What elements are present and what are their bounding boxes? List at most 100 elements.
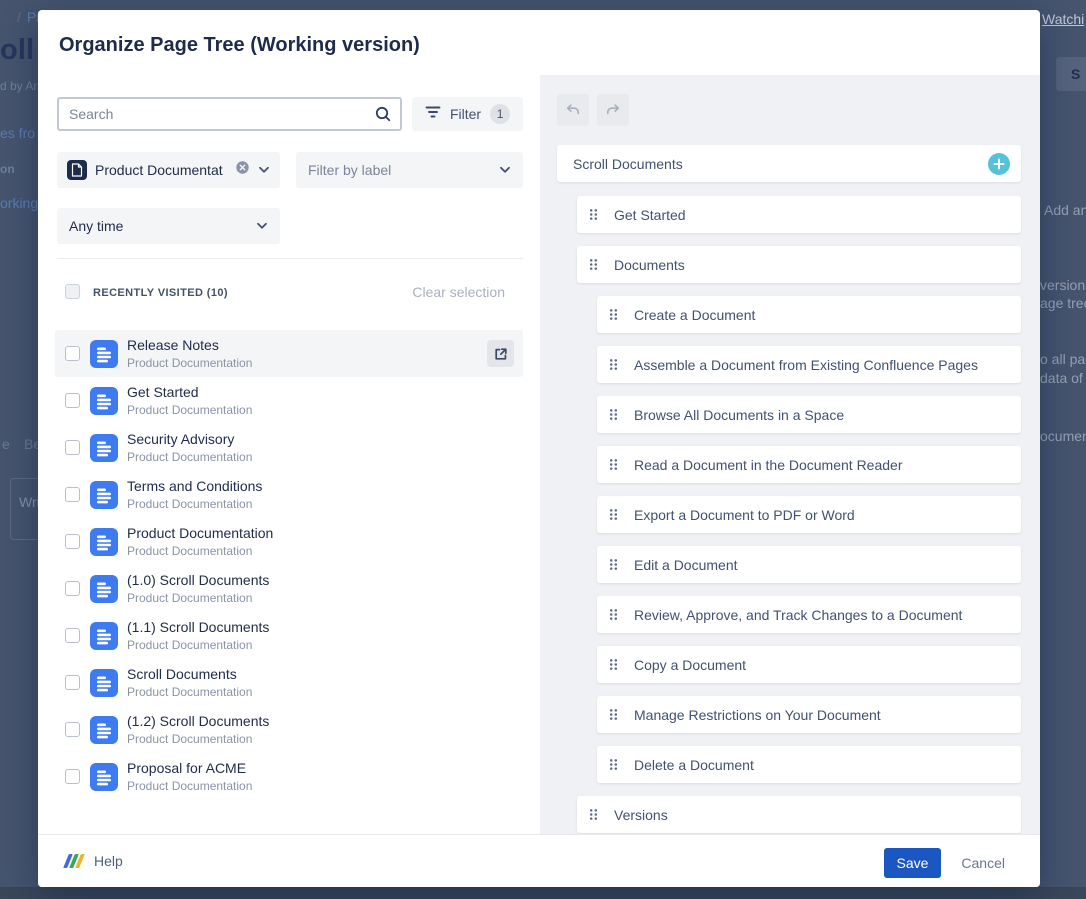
item-checkbox[interactable] [65, 393, 80, 408]
list-item[interactable]: Release NotesProduct Documentation [55, 330, 523, 377]
space-filter-value: Product Documentat [95, 162, 227, 178]
cancel-button[interactable]: Cancel [961, 848, 1005, 878]
page-search-panel[interactable]: Filter 1 Product Documentat Filter by la… [38, 75, 540, 835]
search-input[interactable] [59, 99, 400, 129]
list-item[interactable]: Product DocumentationProduct Documentati… [55, 518, 523, 565]
page-icon [90, 575, 118, 603]
page-icon [90, 763, 118, 791]
item-checkbox[interactable] [65, 487, 80, 502]
select-all-checkbox[interactable] [65, 284, 80, 299]
tree-node-label: Versions [614, 807, 668, 823]
item-checkbox[interactable] [65, 534, 80, 549]
list-item[interactable]: Get Started Product Documentation [55, 377, 523, 424]
item-text: (1.0) Scroll DocumentsProduct Documentat… [127, 571, 514, 606]
help-label: Help [94, 853, 123, 869]
drag-handle-icon[interactable] [589, 808, 598, 821]
space-icon [67, 160, 87, 180]
item-title: Proposal for ACME [127, 759, 514, 777]
drag-handle-icon[interactable] [609, 308, 618, 321]
chevron-down-icon [499, 161, 511, 179]
tree-node[interactable]: Browse All Documents in a Space [597, 396, 1021, 433]
list-item[interactable]: Terms and Conditions Product Documentatio… [55, 471, 523, 518]
time-filter-value: Any time [69, 218, 248, 234]
tree-node[interactable]: Edit a Document [597, 546, 1021, 583]
space-filter-select[interactable]: Product Documentat [57, 152, 280, 188]
chevron-down-icon [256, 217, 268, 235]
item-title: Get Started [127, 383, 514, 401]
drag-handle-icon[interactable] [609, 558, 618, 571]
text-fragment: o all pag [1040, 351, 1086, 367]
item-title: Scroll Documents [127, 665, 514, 683]
item-checkbox[interactable] [65, 675, 80, 690]
drag-handle-icon[interactable] [609, 608, 618, 621]
time-filter-select[interactable]: Any time [57, 208, 280, 244]
item-text: (1.1) Scroll DocumentsProduct Documentat… [127, 618, 514, 653]
tree-node[interactable]: Documents [577, 246, 1021, 283]
drag-handle-icon[interactable] [609, 758, 618, 771]
tree-node[interactable]: Assemble a Document from Existing Conflu… [597, 346, 1021, 383]
item-checkbox[interactable] [65, 581, 80, 596]
filter-button[interactable]: Filter 1 [412, 97, 523, 131]
page-tree-panel[interactable]: Scroll Documents Get StartedDocumentsCre… [540, 75, 1040, 835]
item-checkbox[interactable] [65, 440, 80, 455]
tree-node[interactable]: Copy a Document [597, 646, 1021, 683]
drag-handle-icon[interactable] [589, 258, 598, 271]
item-subtitle: Product Documentation [127, 497, 514, 512]
drag-handle-icon[interactable] [609, 658, 618, 671]
drag-handle-icon[interactable] [609, 358, 618, 371]
tree-node-label: Manage Restrictions on Your Document [634, 707, 881, 723]
drag-handle-icon[interactable] [609, 508, 618, 521]
list-item[interactable]: Scroll DocumentsProduct Documentation [55, 659, 523, 706]
item-text: Release NotesProduct Documentation [127, 336, 487, 371]
item-subtitle: Product Documentation [127, 356, 487, 371]
item-title: Terms and Conditions [127, 477, 514, 495]
label-filter-placeholder: Filter by label [308, 162, 491, 178]
item-subtitle: Product Documentation [127, 544, 514, 559]
item-text: Get Started Product Documentation [127, 383, 514, 418]
item-checkbox[interactable] [65, 722, 80, 737]
item-subtitle: Product Documentation [127, 779, 514, 794]
list-item[interactable]: (1.1) Scroll DocumentsProduct Documentat… [55, 612, 523, 659]
clear-space-filter-icon[interactable] [235, 160, 250, 180]
item-text: Scroll DocumentsProduct Documentation [127, 665, 514, 700]
tree-node[interactable]: Versions [577, 796, 1021, 833]
open-page-button[interactable] [487, 340, 514, 367]
tree-node[interactable]: Export a Document to PDF or Word [597, 496, 1021, 533]
tree-node[interactable]: Read a Document in the Document Reader [597, 446, 1021, 483]
label-fragment: on [0, 162, 15, 176]
clear-selection-link[interactable]: Clear selection [412, 284, 505, 300]
tree-node-label: Read a Document in the Document Reader [634, 457, 902, 473]
label-filter-select[interactable]: Filter by label [296, 152, 523, 188]
drag-handle-icon[interactable] [589, 208, 598, 221]
item-subtitle: Product Documentation [127, 591, 514, 606]
tree-node[interactable]: Review, Approve, and Track Changes to a … [597, 596, 1021, 633]
tree-node[interactable]: Create a Document [597, 296, 1021, 333]
tree-node[interactable]: Delete a Document [597, 746, 1021, 783]
item-checkbox[interactable] [65, 769, 80, 784]
drag-handle-icon[interactable] [609, 458, 618, 471]
item-text: Terms and Conditions Product Documentatio… [127, 477, 514, 512]
item-subtitle: Product Documentation [127, 403, 514, 418]
list-item[interactable]: (1.0) Scroll DocumentsProduct Documentat… [55, 565, 523, 612]
filter-count-badge: 1 [490, 104, 510, 124]
item-checkbox[interactable] [65, 628, 80, 643]
k15t-logo-icon [66, 854, 84, 868]
tree-node[interactable]: Get Started [577, 196, 1021, 233]
item-checkbox[interactable] [65, 346, 80, 361]
dialog-title: Organize Page Tree (Working version) [59, 34, 420, 57]
drag-handle-icon[interactable] [609, 708, 618, 721]
page-background: /Pro oll D d by An es fro on orking e Be… [0, 0, 1086, 899]
tree-node[interactable]: Manage Restrictions on Your Document [597, 696, 1021, 733]
text-fragment: data of t [1040, 370, 1086, 386]
page-icon [90, 528, 118, 556]
drag-handle-icon[interactable] [609, 408, 618, 421]
list-item[interactable]: (1.2) Scroll DocumentsProduct Documentat… [55, 706, 523, 753]
help-link[interactable]: Help [66, 835, 123, 887]
save-button[interactable]: Save [884, 848, 941, 878]
list-item[interactable]: Security AdvisoryProduct Documentation [55, 424, 523, 471]
tree-node-label: Assemble a Document from Existing Conflu… [634, 357, 978, 373]
tab-fragment: e [2, 436, 10, 452]
item-subtitle: Product Documentation [127, 732, 514, 747]
text-fragment: versions [1040, 277, 1086, 293]
list-item[interactable]: Proposal for ACME Product Documentation [55, 753, 523, 800]
